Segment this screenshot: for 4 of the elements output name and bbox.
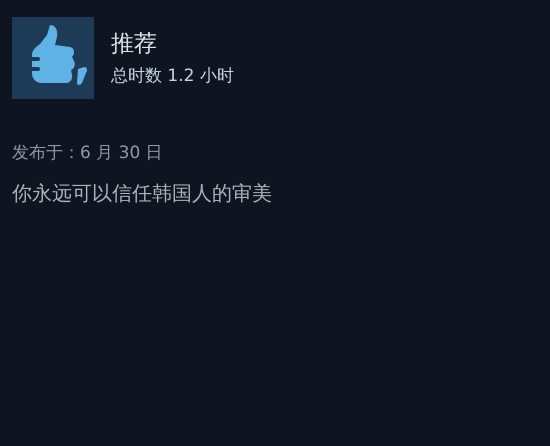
posted-date: 发布于：6 月 30 日 [12, 142, 164, 165]
review-text: 你永远可以信任韩国人的审美 [12, 180, 273, 207]
review-verdict: 推荐 [111, 30, 158, 59]
playtime-text: 总时数 1.2 小时 [111, 65, 234, 87]
